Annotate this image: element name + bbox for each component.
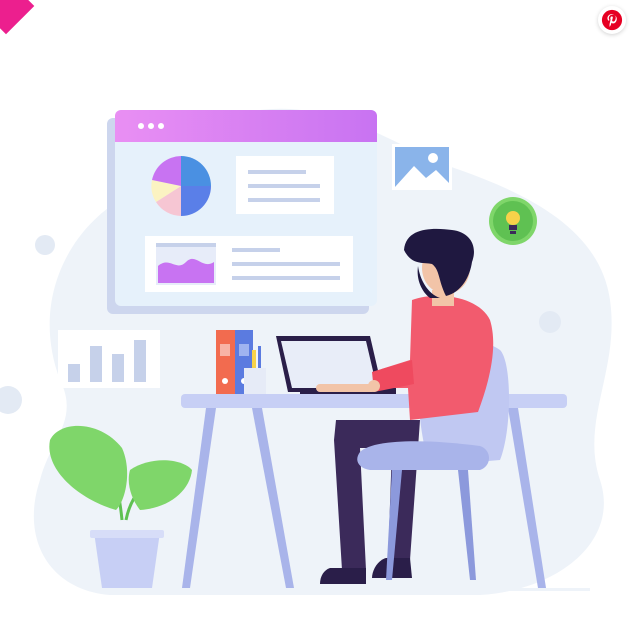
area-chart-icon: [156, 243, 216, 285]
image-icon: [392, 144, 452, 190]
pinterest-icon: [601, 9, 623, 31]
illustration-canvas: [0, 0, 634, 632]
dashboard-window: [107, 110, 377, 314]
pie-chart-icon: [151, 156, 211, 216]
bar-chart-icon: [58, 330, 160, 388]
lightbulb-icon: [489, 197, 537, 245]
pinterest-save-button[interactable]: [598, 6, 626, 34]
